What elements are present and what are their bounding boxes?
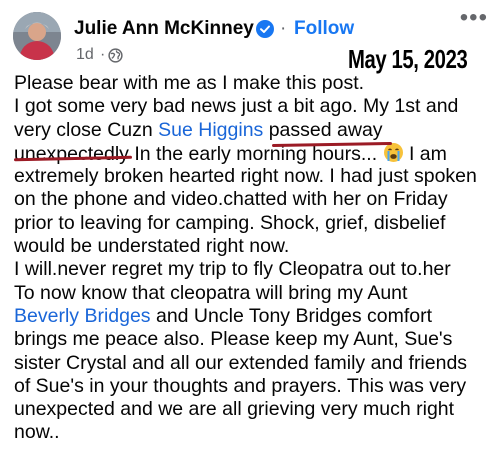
tagged-person-link[interactable]: Beverly Bridges [14,305,151,327]
underlined-phrase: unexpectedly [14,142,129,165]
date-annotation: May 15, 2023 [348,44,468,74]
post-line: To now know that cleopatra will bring my… [14,281,408,304]
post-text: Please bear with me as I make this post.… [14,72,496,445]
underlined-phrase: passed away [263,118,383,141]
post-line: prior to leaving for camping. Shock, gri… [14,211,446,234]
post-line: very close Cuzn Sue Higgins passed away [14,118,383,141]
post-line: Please bear with me as I make this post. [14,72,365,94]
profile-photo [13,12,61,60]
tagged-person-link[interactable]: Sue Higgins [158,119,263,141]
avatar[interactable] [13,12,61,60]
post-line: now.. [14,421,60,444]
post-line: I got some very bad news just a bit ago.… [14,95,459,118]
more-options-icon[interactable]: ••• [460,4,488,32]
post-time[interactable]: 1d [76,46,94,64]
verified-badge-icon [256,20,274,38]
meta-separator: · [100,46,106,63]
post-line: unexpectedly In the early morning hours.… [14,142,447,165]
post-line: would be understated right now. [14,235,290,258]
header-separator: · [280,18,287,39]
post-line: unexpected and we are all grieving very … [14,398,455,421]
globe-icon [108,48,123,63]
follow-button[interactable]: Follow [294,18,354,40]
author-name[interactable]: Julie Ann McKinney [74,18,254,40]
post-line: extremely broken hearted right now. I ha… [14,165,477,188]
post-line: on the phone and video.chatted with her … [14,188,448,211]
post-line: brings me peace also. Please keep my Aun… [14,328,453,351]
post-line: I will.never regret my trip to fly Cleop… [14,258,451,281]
post-line: of Sue's in your thoughts and prayers. T… [14,374,467,397]
post-line: Beverly Bridges and Uncle Tony Bridges c… [14,304,433,327]
post-line: sister Crystal and all our extended fami… [14,351,468,374]
